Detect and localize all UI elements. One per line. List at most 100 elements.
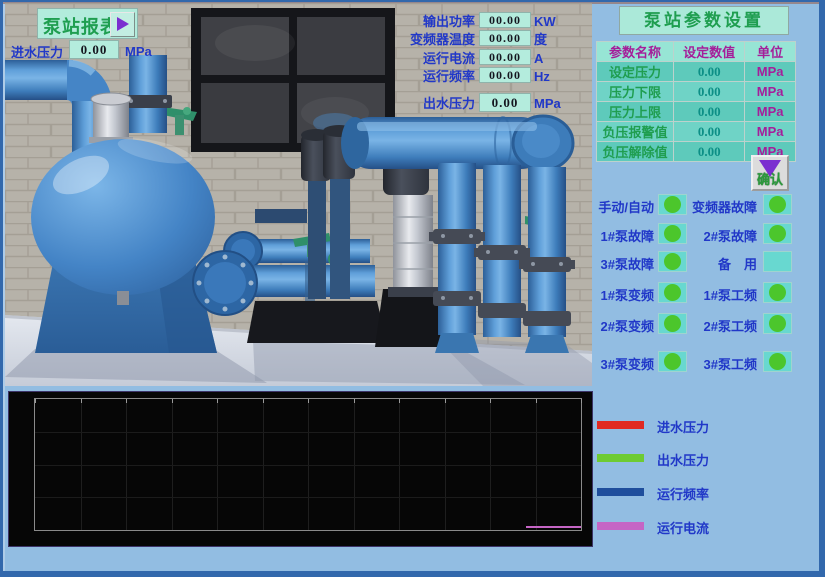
status-lamp (763, 351, 792, 372)
status-label: 2#泵故障 (685, 226, 757, 245)
trend-chart (8, 391, 593, 547)
confirm-button-label: 确认 (753, 169, 787, 188)
param-name: 压力下限 (597, 82, 674, 102)
params-table-header: 参数名称 设定数值 单位 (597, 42, 796, 62)
param-name: 负压报警值 (597, 122, 674, 142)
readout-value: 00.00 (479, 12, 531, 28)
play-arrow-icon (117, 17, 129, 31)
param-row: 压力下限 0.00 MPa (597, 82, 796, 102)
status-lamp (763, 223, 792, 244)
status-row: 1#泵变频 1#泵工频 (592, 282, 798, 304)
legend-item: 运行电流 (595, 518, 795, 536)
inlet-pressure-value: 0.00 (69, 40, 119, 59)
readout-label: 运行频率 (401, 69, 475, 85)
param-row: 设定压力 0.00 MPa (597, 62, 796, 82)
tank-silver-fitting (89, 93, 133, 143)
status-label: 2#泵变频 (592, 316, 654, 335)
grid-hline (35, 497, 581, 498)
lamp-on-icon (664, 353, 681, 370)
axis-tick (354, 399, 355, 403)
lamp-on-icon (664, 284, 681, 301)
header-pipe (341, 116, 573, 170)
param-header-name: 参数名称 (597, 42, 674, 62)
lamp-on-icon (769, 353, 786, 370)
legend-color-bar (597, 421, 644, 429)
param-value-field[interactable]: 0.00 (674, 142, 745, 162)
param-row: 压力上限 0.00 MPa (597, 102, 796, 122)
param-unit: MPa (745, 82, 796, 102)
status-label: 备 用 (685, 254, 757, 273)
param-value-field[interactable]: 0.00 (674, 82, 745, 102)
axis-tick (399, 399, 400, 403)
axis-tick (536, 399, 537, 403)
trend-plot-area (34, 398, 582, 531)
params-panel-title: 泵站参数设置 (619, 6, 789, 35)
legend-label: 运行电流 (657, 518, 709, 537)
status-label: 3#泵故障 (592, 254, 654, 273)
legend-label: 出水压力 (657, 450, 709, 469)
axis-tick (490, 399, 491, 403)
readout-value: 00.00 (479, 30, 531, 46)
readout-unit: Hz (534, 69, 550, 85)
legend-color-bar (597, 454, 644, 462)
inlet-pressure-label: 进水压力 (11, 45, 63, 61)
readout-value: 00.00 (479, 49, 531, 65)
status-label: 3#泵工频 (685, 354, 757, 373)
grid-hline (35, 432, 581, 433)
axis-tick (217, 399, 218, 403)
grid-hline (35, 465, 581, 466)
status-label: 1#泵变频 (592, 285, 654, 304)
report-button-label: 泵站报表 (43, 13, 119, 39)
status-label: 1#泵故障 (592, 226, 654, 245)
param-unit: MPa (745, 62, 796, 82)
lamp-on-icon (769, 284, 786, 301)
hmi-screen: 泵站报表 进水压力 0.00 MPa 输出功率 00.00 KW变频器温度 00… (0, 0, 825, 577)
status-label: 1#泵工频 (685, 285, 757, 304)
readout-label: 输出功率 (401, 14, 475, 30)
param-header-value: 设定数值 (674, 42, 745, 62)
legend-color-bar (597, 488, 644, 496)
readout-unit: A (534, 51, 543, 67)
param-name: 设定压力 (597, 62, 674, 82)
status-lamp (763, 313, 792, 334)
outlet-pressure-value: 0.00 (479, 93, 531, 112)
pressure-tank (31, 133, 217, 353)
legend-label: 进水压力 (657, 417, 709, 436)
readout-unit: 度 (534, 32, 547, 48)
status-lamp (658, 194, 687, 215)
status-row: 3#泵变频 3#泵工频 (592, 351, 798, 373)
tank-top-pipe (124, 55, 172, 133)
axis-tick (81, 399, 82, 403)
status-row: 3#泵故障 备 用 (592, 251, 798, 273)
status-lamp (763, 194, 792, 215)
status-label: 变频器故障 (685, 197, 757, 216)
param-value-field[interactable]: 0.00 (674, 62, 745, 82)
param-value-field[interactable]: 0.00 (674, 102, 745, 122)
param-unit: MPa (745, 122, 796, 142)
trend-trace (526, 526, 581, 528)
lamp-on-icon (769, 196, 786, 213)
axis-tick (308, 399, 309, 403)
axis-tick (126, 399, 127, 403)
status-lamp (658, 313, 687, 334)
outlet-pressure-label: 出水压力 (401, 96, 475, 112)
axis-tick (35, 399, 36, 403)
confirm-button[interactable]: 确认 (751, 155, 789, 191)
legend-label: 运行频率 (657, 484, 709, 503)
pump-station-scene: 泵站报表 进水压力 0.00 MPa 输出功率 00.00 KW变频器温度 00… (5, 3, 592, 386)
status-label: 手动/自动 (592, 197, 654, 216)
param-value-field[interactable]: 0.00 (674, 122, 745, 142)
report-arrow-button[interactable] (110, 12, 135, 37)
status-row: 手动/自动 变频器故障 (592, 194, 798, 216)
lamp-on-icon (664, 225, 681, 242)
riser-pipes (429, 163, 575, 353)
report-button[interactable]: 泵站报表 (37, 8, 138, 39)
param-table-body: 设定压力 0.00 MPa压力下限 0.00 MPa压力上限 0.00 MPa负… (597, 62, 796, 162)
status-lamp (658, 223, 687, 244)
main-area: 泵站报表 进水压力 0.00 MPa 输出功率 00.00 KW变频器温度 00… (3, 2, 819, 571)
readout-value: 00.00 (479, 67, 531, 83)
axis-tick (172, 399, 173, 403)
lamp-on-icon (664, 253, 681, 270)
params-table: 参数名称 设定数值 单位 设定压力 0.00 MPa压力下限 0.00 MPa压… (596, 41, 796, 162)
readout-unit: KW (534, 14, 556, 30)
